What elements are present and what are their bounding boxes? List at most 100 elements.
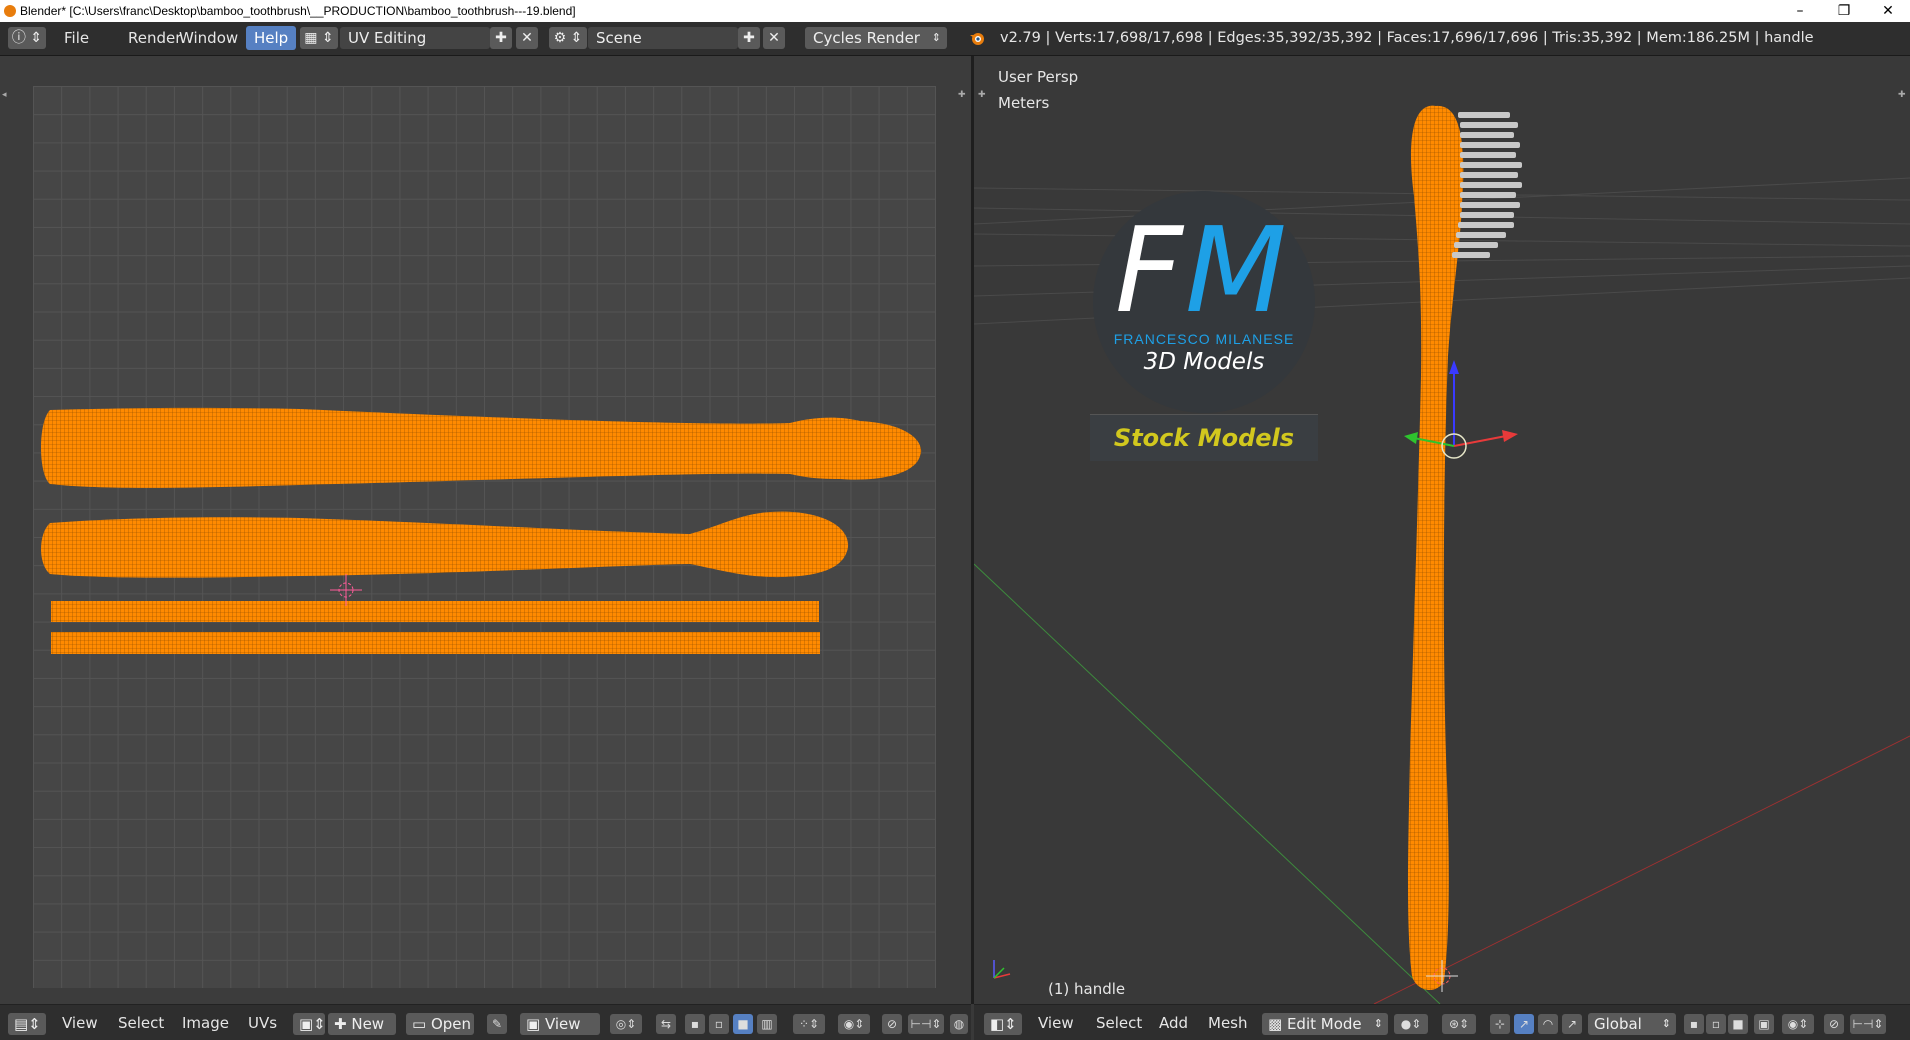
snap-element-dropdown[interactable]: ⊢⊣⇕ <box>908 1014 944 1034</box>
scene-icon: ⚙ ⇕ <box>553 30 583 46</box>
view3d-menu-mesh[interactable]: Mesh <box>1208 1011 1248 1035</box>
transform-orientation-dropdown[interactable]: Global ⇕ <box>1588 1013 1676 1035</box>
sticky-mode-dropdown[interactable]: ⁘⇕ <box>793 1014 825 1034</box>
uv-menu-select[interactable]: Select <box>118 1011 164 1035</box>
menu-file[interactable]: File <box>56 26 97 50</box>
rotate-icon: ◠ <box>1542 1017 1554 1031</box>
snap-toggle[interactable]: ⊘ <box>882 1014 902 1034</box>
close-button[interactable]: ✕ <box>1866 0 1910 22</box>
logo-tagline: 3D Models <box>1143 349 1265 375</box>
minimize-button[interactable]: – <box>1778 0 1822 22</box>
uv-island-handle-bottom[interactable] <box>41 511 849 578</box>
scale-manipulator-button[interactable]: ↗ <box>1562 1014 1582 1034</box>
axis-indicator-icon <box>993 960 1011 979</box>
editor-type-selector[interactable]: ▤⇕ <box>8 1013 46 1035</box>
add-scene-button[interactable]: ✚ <box>738 27 760 49</box>
pin-button[interactable]: ✎ <box>487 1014 507 1034</box>
snap-element-3d-dropdown[interactable]: ⊢⊣⇕ <box>1850 1014 1886 1034</box>
limit-selection-button[interactable]: ▣ <box>1754 1014 1774 1034</box>
uv-menu-view[interactable]: View <box>62 1011 98 1035</box>
remove-scene-button[interactable]: ✕ <box>763 27 785 49</box>
restore-button[interactable]: ❐ <box>1822 0 1866 22</box>
chevron-updown-icon: ⇕ <box>1661 1017 1671 1030</box>
interaction-mode-dropdown[interactable]: ▩ Edit Mode ⇕ <box>1262 1013 1388 1035</box>
scene-name-field[interactable]: Scene <box>588 27 738 49</box>
pivot-point-dropdown[interactable]: ⊛⇕ <box>1442 1014 1476 1034</box>
y-axis-line <box>974 563 1441 1004</box>
proportional-icon: ◉⇕ <box>843 1017 865 1031</box>
x-icon: ✕ <box>521 30 533 46</box>
uv-menu-image[interactable]: Image <box>182 1011 229 1035</box>
open-image-button[interactable]: ▭ Open <box>406 1013 474 1035</box>
cube-icon: ▣ <box>1758 1017 1770 1031</box>
island-select-button[interactable]: ▥ <box>757 1014 777 1034</box>
edge-select-button[interactable]: ▫ <box>709 1014 729 1034</box>
uv-island-strip-2[interactable] <box>51 632 820 654</box>
viewport-scene[interactable] <box>974 56 1910 1004</box>
uv-extra-button[interactable]: ◍ <box>950 1014 968 1034</box>
editor-type-selector-3d[interactable]: ◧⇕ <box>984 1013 1022 1035</box>
blender-logo-icon <box>968 30 986 48</box>
face-select-icon: ■ <box>1732 1017 1744 1031</box>
uv-image-editor[interactable]: ◂ ✚ <box>0 56 971 1004</box>
menu-help[interactable]: Help <box>246 26 297 50</box>
toothbrush-mesh[interactable] <box>1408 105 1522 991</box>
stock-models-banner: Stock Models <box>1090 414 1318 461</box>
manipulator-icon: ⊹ <box>1494 1017 1506 1031</box>
screen-layout-selector[interactable]: ▦ ⇕ <box>300 27 338 49</box>
pivot-dropdown[interactable]: ◎⇕ <box>610 1014 642 1034</box>
view3d-header: ◧⇕ View Select Add Mesh ▩ Edit Mode ⇕ ●⇕ … <box>974 1004 1910 1040</box>
view3d-menu-add[interactable]: Add <box>1159 1011 1188 1035</box>
menu-window[interactable]: Window <box>171 26 246 50</box>
viewport-shading-dropdown[interactable]: ●⇕ <box>1394 1014 1428 1034</box>
view-mode-dropdown[interactable]: ▣ View <box>520 1013 600 1035</box>
manipulator-toggle[interactable]: ⊹ <box>1490 1014 1510 1034</box>
folder-icon: ▭ <box>412 1015 431 1033</box>
logo-letter-m: M <box>1185 201 1287 339</box>
view3d-menu-view[interactable]: View <box>1038 1011 1074 1035</box>
open-image-label: Open <box>430 1015 472 1033</box>
remove-layout-button[interactable]: ✕ <box>516 27 538 49</box>
render-engine-dropdown[interactable]: Cycles Render ⇕ <box>805 27 947 49</box>
screen-layout-icon: ▦ ⇕ <box>304 30 334 46</box>
shading-icon: ●⇕ <box>1400 1017 1422 1031</box>
image-browse-button[interactable]: ▣⇕ <box>293 1013 326 1035</box>
info-editor-type[interactable]: ⓘ ⇕ <box>8 27 46 49</box>
x-axis-line <box>1373 735 1910 1004</box>
face-select-mode-button[interactable]: ■ <box>1728 1014 1748 1034</box>
fm-logo-badge: F M FRANCESCO MILANESE 3D Models <box>1093 191 1315 413</box>
pivot-icon: ⊛⇕ <box>1448 1017 1470 1031</box>
vertex-select-mode-button[interactable]: ▪ <box>1684 1014 1704 1034</box>
edge-select-icon: ▫ <box>1711 1017 1721 1031</box>
transform-orientation-label: Global <box>1594 1015 1642 1033</box>
new-image-button[interactable]: ✚ New <box>328 1013 396 1035</box>
view3d-menu-select[interactable]: Select <box>1096 1011 1142 1035</box>
translate-manipulator-button[interactable]: ↗ <box>1514 1014 1534 1034</box>
proportional-edit-dropdown[interactable]: ◉⇕ <box>838 1014 870 1034</box>
uv-island-strip-1[interactable] <box>51 601 819 622</box>
logo-name: FRANCESCO MILANESE <box>1113 331 1295 347</box>
proportional-edit-3d-dropdown[interactable]: ◉⇕ <box>1782 1014 1814 1034</box>
layout-name-field[interactable]: UV Editing <box>340 27 490 49</box>
magnet-icon: ⊘ <box>1828 1017 1840 1031</box>
snap-toggle-3d[interactable]: ⊘ <box>1824 1014 1844 1034</box>
image-editor-icon: ▤⇕ <box>14 1015 41 1033</box>
sync-selection-button[interactable]: ⇆ <box>656 1014 676 1034</box>
logo-letter-f: F <box>1115 201 1183 339</box>
uv-menu-uvs[interactable]: UVs <box>248 1011 277 1035</box>
rotate-manipulator-button[interactable]: ◠ <box>1538 1014 1558 1034</box>
add-layout-button[interactable]: ✚ <box>490 27 512 49</box>
scene-selector[interactable]: ⚙ ⇕ <box>549 27 587 49</box>
render-engine-label: Cycles Render <box>813 29 920 47</box>
info-icon: ⓘ ⇕ <box>11 30 43 46</box>
chevron-updown-icon: ⇕ <box>931 31 941 44</box>
scene-statistics: v2.79 | Verts:17,698/17,698 | Edges:35,3… <box>1000 30 1814 46</box>
pivot-icon: ◎⇕ <box>615 1017 637 1031</box>
vertex-select-button[interactable]: ▪ <box>685 1014 705 1034</box>
3d-viewport[interactable]: ✚ ✚ User Persp Meters (1) handle <box>974 56 1910 1004</box>
uv-islands[interactable] <box>0 56 971 1004</box>
scale-icon: ↗ <box>1566 1017 1578 1031</box>
uv-island-handle-top[interactable] <box>41 407 922 488</box>
face-select-button[interactable]: ■ <box>733 1014 753 1034</box>
edge-select-mode-button[interactable]: ▫ <box>1706 1014 1726 1034</box>
